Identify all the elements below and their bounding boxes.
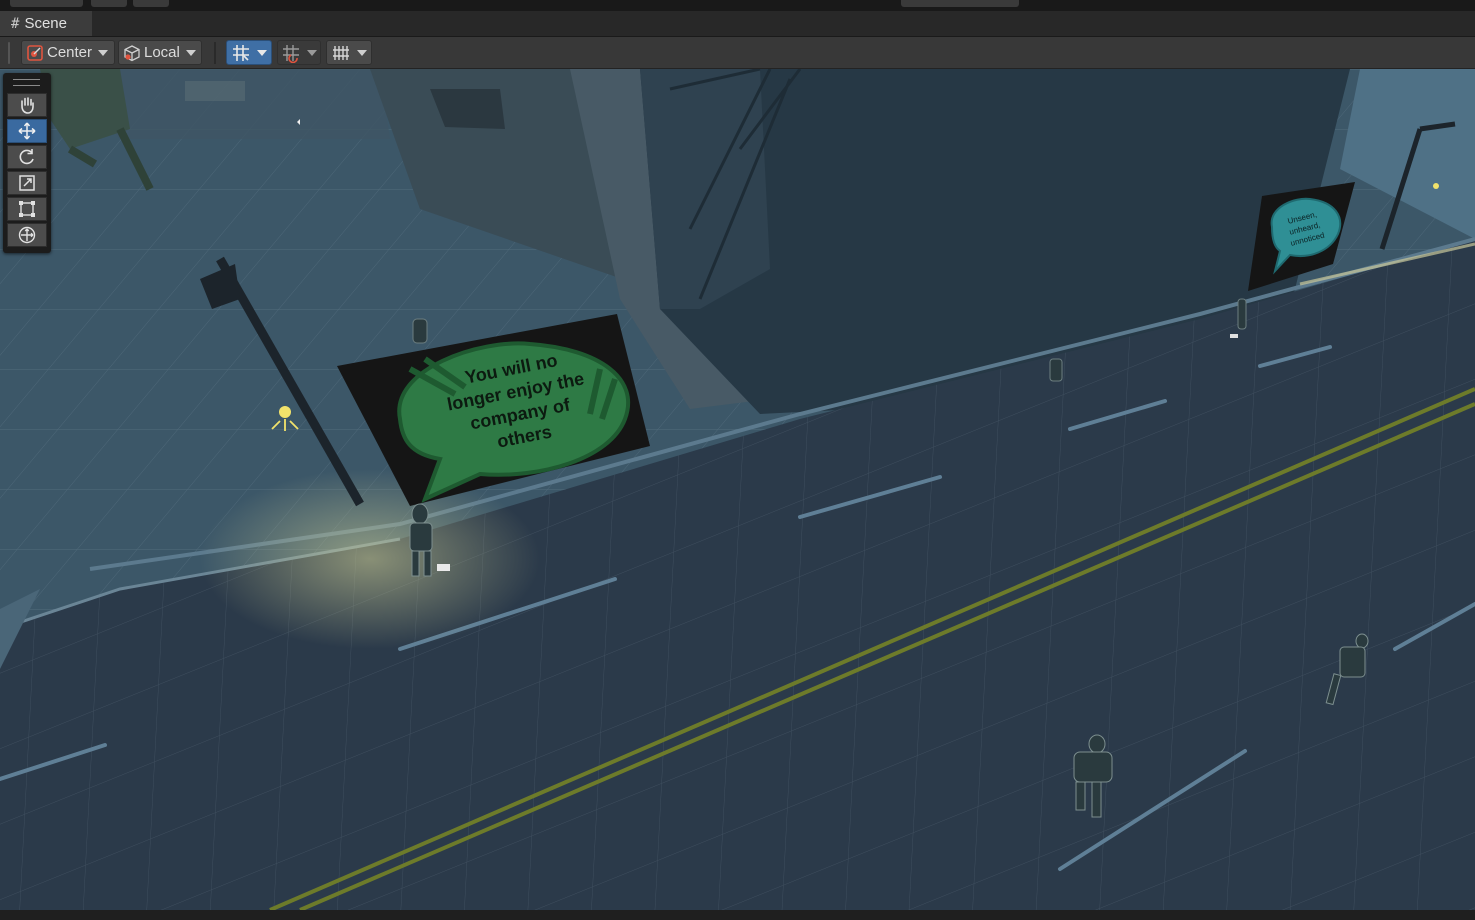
chevron-down-icon xyxy=(98,49,109,56)
rect-transform-icon xyxy=(19,201,35,217)
toolbar-grip[interactable] xyxy=(8,42,10,64)
chevron-down-icon[interactable] xyxy=(357,49,367,56)
tool-palette xyxy=(3,73,51,253)
scale-icon xyxy=(19,175,35,191)
scene-grid-icon: # xyxy=(11,15,20,32)
increment-snap-icon xyxy=(283,44,299,63)
top-tab-nub[interactable] xyxy=(133,0,169,7)
rotate-tool-button[interactable] xyxy=(7,145,47,169)
top-tab-nub[interactable] xyxy=(91,0,127,7)
local-cube-icon xyxy=(124,44,140,61)
chevron-down-icon[interactable] xyxy=(307,49,317,56)
pivot-mode-label: Center xyxy=(47,44,93,61)
scene-render[interactable]: You will no longer enjoy the company of … xyxy=(0,69,1475,910)
window-top-strip xyxy=(0,0,1475,11)
play-controls-nub[interactable] xyxy=(901,0,1019,7)
pivot-center-icon xyxy=(27,44,43,61)
toolbar-separator xyxy=(214,42,216,64)
rotate-icon xyxy=(19,149,34,165)
hand-tool-button[interactable] xyxy=(7,93,47,117)
tab-scene[interactable]: # Scene xyxy=(0,11,92,36)
tool-palette-handle[interactable] xyxy=(13,79,40,86)
chevron-down-icon xyxy=(185,49,196,56)
pivot-rotation-label: Local xyxy=(144,44,180,61)
scale-tool-button[interactable] xyxy=(7,171,47,195)
grid-visibility-icon xyxy=(333,45,349,60)
grid-visibility-button[interactable] xyxy=(326,40,372,65)
bottom-status-bar xyxy=(0,910,1475,920)
increment-snap-button[interactable] xyxy=(277,40,321,65)
grid-snap-icon xyxy=(233,44,249,61)
tab-scene-label: Scene xyxy=(24,15,67,32)
light-gizmo-icon[interactable] xyxy=(1433,183,1439,189)
hand-icon xyxy=(21,97,34,114)
transform-tool-button[interactable] xyxy=(7,223,47,247)
scene-viewport[interactable]: You will no longer enjoy the company of … xyxy=(0,69,1475,910)
pivot-mode-dropdown[interactable]: Center xyxy=(21,40,115,65)
chevron-down-icon[interactable] xyxy=(257,49,267,56)
transform-icon xyxy=(18,226,36,244)
character-marker xyxy=(437,564,450,571)
pivot-rotation-dropdown[interactable]: Local xyxy=(118,40,202,65)
move-arrows-icon xyxy=(18,122,36,140)
scene-toolbar: Center Local xyxy=(0,37,1475,69)
top-tab-nub[interactable] xyxy=(10,0,83,7)
grid-snap-button[interactable] xyxy=(226,40,272,65)
rect-tool-button[interactable] xyxy=(7,197,47,221)
move-tool-button[interactable] xyxy=(7,119,47,143)
tab-bar: # Scene xyxy=(0,11,1475,37)
